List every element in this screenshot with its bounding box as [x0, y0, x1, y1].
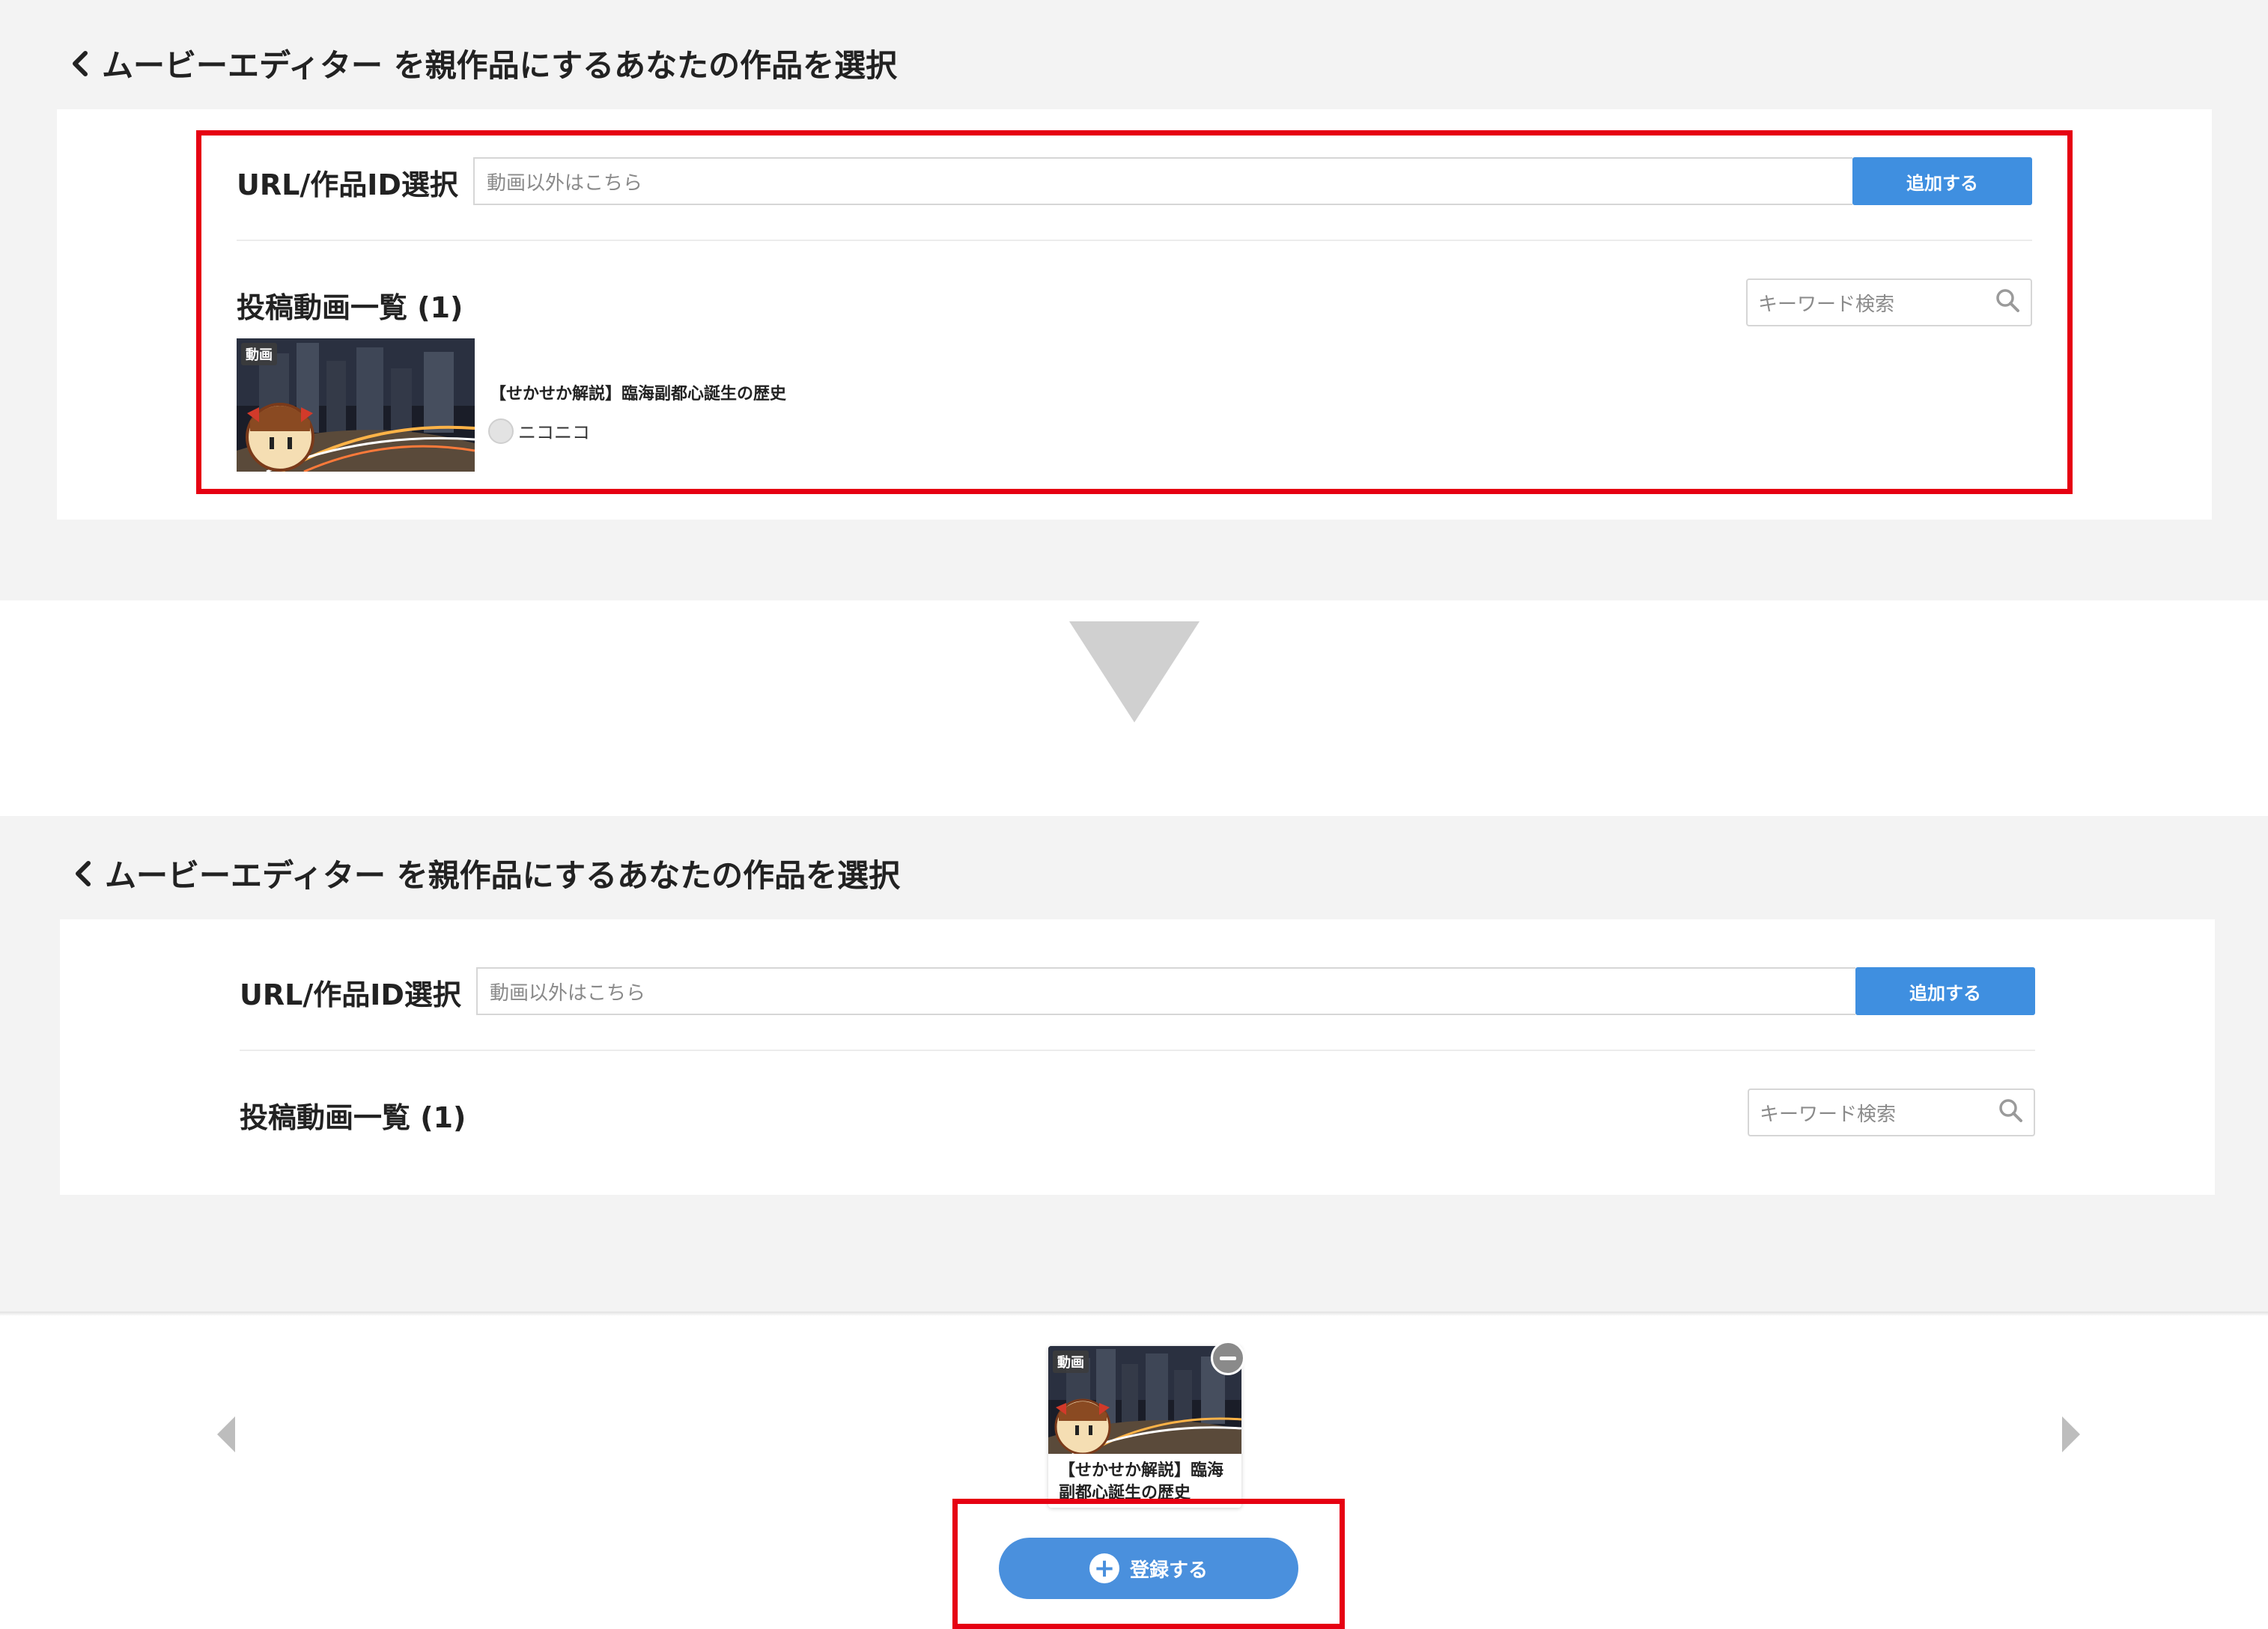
tray-top-shadow — [0, 1312, 2268, 1316]
bottom-url-placeholder: 動画以外はこちら — [490, 981, 646, 1005]
bottom-heading-text: ムービーエディター を親作品にするあなたの作品を選択 — [105, 857, 901, 894]
bottom-list-title: 投稿動画一覧 (1) — [240, 1101, 466, 1134]
bottom-add-button[interactable]: 追加する — [1855, 967, 2035, 1015]
search-icon[interactable] — [1998, 1097, 2023, 1128]
bottom-keyword-placeholder: キーワード検索 — [1760, 1103, 1897, 1126]
selected-item-title: 【せかせか解説】臨海副都心誕生の歴史 — [1059, 1461, 1224, 1502]
bottom-keyword-search[interactable]: キーワード検索 — [1748, 1088, 2035, 1136]
chevron-left-icon[interactable] — [72, 855, 105, 892]
highlight-box-register — [952, 1499, 1345, 1629]
bottom-page-heading: ムービーエディター を親作品にするあなたの作品を選択 — [72, 850, 900, 896]
minus-circle-icon[interactable] — [1211, 1341, 1245, 1375]
arrow-left-icon[interactable] — [217, 1416, 235, 1452]
chevron-left-icon[interactable] — [69, 45, 102, 82]
bottom-url-input[interactable]: 動画以外はこちら — [476, 967, 1855, 1015]
selected-item-badge: 動画 — [1053, 1351, 1089, 1373]
bottom-card — [60, 919, 2215, 1195]
arrow-right-icon[interactable] — [2062, 1416, 2080, 1452]
highlight-box-list — [196, 130, 2073, 494]
top-page-heading: ムービーエディター を親作品にするあなたの作品を選択 — [69, 40, 897, 86]
bottom-divider — [240, 1050, 2035, 1051]
top-heading-text: ムービーエディター を親作品にするあなたの作品を選択 — [102, 47, 898, 84]
down-arrow-icon — [1069, 621, 1200, 722]
bottom-url-label: URL/作品ID選択 — [240, 978, 461, 1011]
selected-item-card[interactable]: 動画 【せかせか解説】臨海副都心誕生の歴史 — [1048, 1346, 1241, 1508]
